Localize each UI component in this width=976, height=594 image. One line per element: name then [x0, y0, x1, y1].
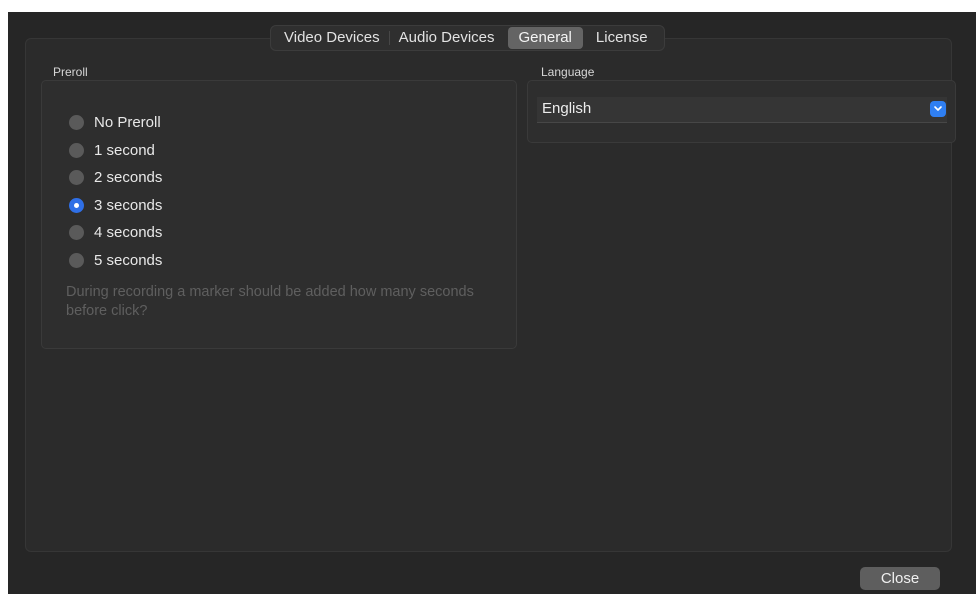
tab-audio-devices[interactable]: Audio Devices: [390, 27, 504, 49]
radio-label: 2 seconds: [94, 169, 163, 187]
preferences-window: Video Devices Audio Devices General Lice…: [8, 12, 976, 594]
radio-label: 1 second: [94, 141, 155, 159]
language-select-value: English: [542, 100, 592, 117]
chevron-down-icon[interactable]: [930, 101, 946, 117]
radio-option-no-preroll[interactable]: No Preroll: [69, 109, 162, 137]
radio-button[interactable]: [69, 225, 84, 241]
radio-option-5-seconds[interactable]: 5 seconds: [69, 247, 162, 275]
radio-label: 3 seconds: [94, 196, 163, 214]
radio-button-selected[interactable]: [69, 197, 84, 213]
radio-option-4-seconds[interactable]: 4 seconds: [69, 219, 162, 247]
preroll-section-title: Preroll: [53, 65, 88, 79]
radio-label: 4 seconds: [94, 224, 163, 242]
radio-button[interactable]: [69, 170, 84, 186]
tab-bar: Video Devices Audio Devices General Lice…: [270, 25, 665, 51]
radio-label: 5 seconds: [94, 251, 163, 269]
tab-video-devices[interactable]: Video Devices: [275, 27, 389, 49]
preroll-radio-group: No Preroll 1 second 2 seconds 3 seconds …: [69, 109, 162, 274]
language-section-title: Language: [541, 65, 595, 79]
radio-button[interactable]: [69, 142, 84, 158]
radio-option-2-seconds[interactable]: 2 seconds: [69, 164, 162, 192]
close-button[interactable]: Close: [860, 567, 940, 590]
radio-option-1-second[interactable]: 1 second: [69, 137, 162, 165]
tab-general[interactable]: General: [507, 27, 583, 49]
preroll-hint-text: During recording a marker should be adde…: [66, 284, 474, 319]
radio-button[interactable]: [69, 252, 84, 268]
tab-license[interactable]: License: [587, 27, 657, 49]
language-select[interactable]: English: [537, 97, 947, 123]
radio-label: No Preroll: [94, 114, 161, 132]
radio-button[interactable]: [69, 115, 84, 131]
radio-option-3-seconds[interactable]: 3 seconds: [69, 192, 162, 220]
